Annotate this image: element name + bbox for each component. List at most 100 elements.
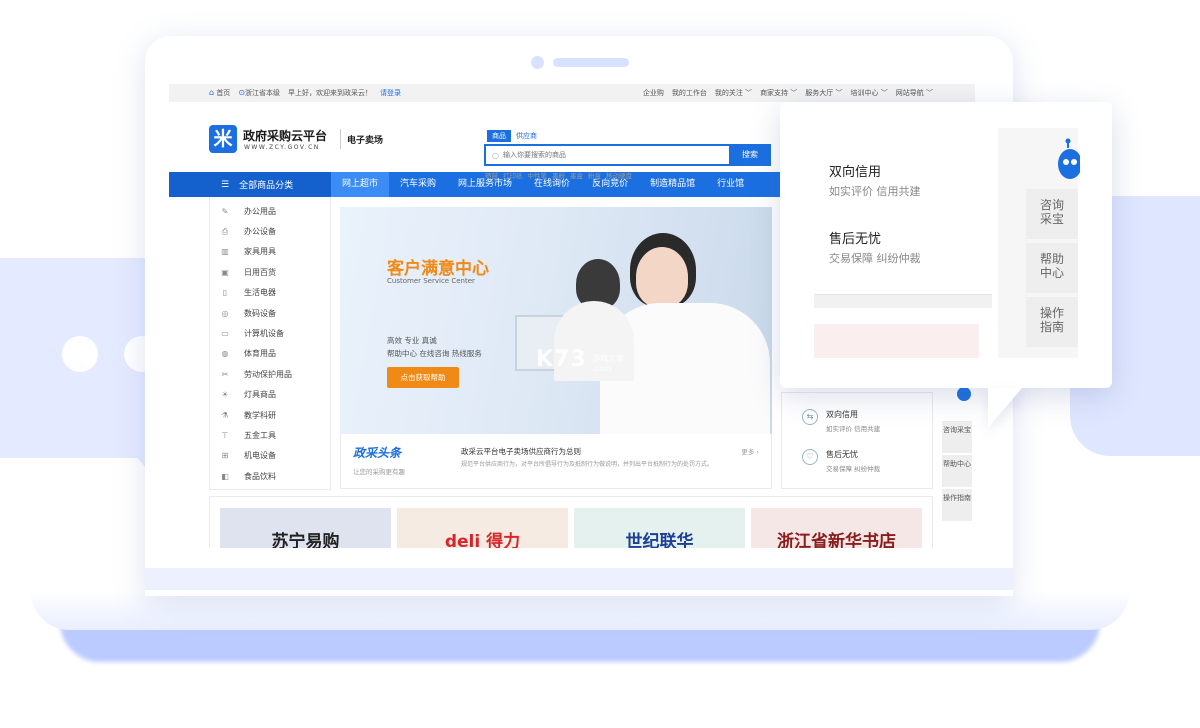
laptop-base xyxy=(30,590,1130,630)
hot-word-link[interactable]: 粉盒 xyxy=(588,170,601,180)
hot-word-link[interactable]: 打印纸 xyxy=(503,170,523,180)
topbar-link[interactable]: 服务大厅 ﹀ xyxy=(805,88,842,98)
category-item[interactable]: ⊞ 机电设备 xyxy=(210,446,330,466)
popup-item-title: 双向信用 xyxy=(829,165,882,180)
agent-face-image xyxy=(636,247,688,307)
brand-logo[interactable]: 世纪联华 xyxy=(574,508,745,548)
all-categories-label: 全部商品分类 xyxy=(239,181,294,191)
category-item[interactable]: ☀ 灯具商品 xyxy=(210,385,330,405)
ball-icon: ◍ xyxy=(221,349,229,359)
logo-icon[interactable]: 米 xyxy=(209,125,237,153)
popup-guide-button[interactable]: 操作 指南 xyxy=(1026,297,1078,347)
category-item[interactable]: ⎙ 办公设备 xyxy=(210,221,330,241)
news-logo: 政采头条 xyxy=(353,446,402,460)
category-label: 生活电器 xyxy=(244,288,276,298)
nav-item-manufacturing[interactable]: 制造精品馆 xyxy=(639,172,706,197)
topbar-link[interactable]: 企业购 xyxy=(643,88,664,98)
brand-logo[interactable]: deli 得力 xyxy=(397,508,568,548)
food-icon: ◧ xyxy=(221,471,229,481)
category-item[interactable]: ▭ 计算机设备 xyxy=(210,323,330,343)
popup-item-sub: 交易保障 纠纷仲裁 xyxy=(829,252,921,265)
home-link[interactable]: ⌂ 首页 xyxy=(209,88,230,98)
banner-line: 高效 专业 真诚 xyxy=(387,336,437,345)
search-tab-goods[interactable]: 商品 xyxy=(487,130,511,142)
brand-logo[interactable]: 苏宁易购 xyxy=(220,508,391,548)
home-icon: ⌂ xyxy=(209,88,215,97)
background-dot xyxy=(62,336,98,372)
service-item-credit[interactable]: ⇆ 双向信用 如实评价 信用共建 xyxy=(802,409,880,433)
bag-icon: ▣ xyxy=(221,267,229,277)
service-panel: ⇆ 双向信用 如实评价 信用共建 ♡ 售后无忧 交易保障 纠纷仲裁 xyxy=(781,392,933,489)
hot-word-link[interactable]: 中性笔 xyxy=(528,170,548,180)
all-categories-button[interactable]: ☰ 全部商品分类 xyxy=(169,172,331,197)
hardware-icon: ⊤ xyxy=(221,430,229,440)
category-item[interactable]: ▯ 生活电器 xyxy=(210,283,330,303)
category-item[interactable]: ◍ 体育用品 xyxy=(210,344,330,364)
category-item[interactable]: ⊤ 五金工具 xyxy=(210,425,330,445)
banner-line: 帮助中心 在线咨询 热线服务 xyxy=(387,349,482,358)
robot-icon[interactable] xyxy=(957,387,971,401)
guide-button[interactable]: 操作指南 xyxy=(942,489,972,521)
news-title-link[interactable]: 政采云平台电子卖场供应商行为总则 xyxy=(461,446,581,457)
nav-item-supermarket[interactable]: 网上超市 xyxy=(331,172,390,197)
popup-divider xyxy=(814,294,992,308)
get-help-button[interactable]: 点击获取帮助 xyxy=(387,367,459,388)
laptop-chin xyxy=(145,568,1013,590)
search-input[interactable] xyxy=(502,151,729,159)
hot-word-link[interactable]: 墨盒 xyxy=(570,170,583,180)
category-label: 劳动保护用品 xyxy=(244,369,292,379)
credit-icon: ⇆ xyxy=(802,409,818,425)
topbar-link[interactable]: 我的工作台 xyxy=(672,88,707,98)
furniture-icon: ▥ xyxy=(221,247,229,257)
help-center-button[interactable]: 帮助中心 xyxy=(942,455,972,487)
consult-button[interactable]: 咨询采宝 xyxy=(942,421,972,453)
hot-word-link[interactable]: 硒鼓 xyxy=(485,170,498,180)
topbar-link[interactable]: 网站导航 ﹀ xyxy=(896,88,933,98)
category-label: 五金工具 xyxy=(244,430,276,440)
topbar-link[interactable]: 我的关注 ﹀ xyxy=(715,88,752,98)
category-label: 教学科研 xyxy=(244,410,276,420)
news-description: 规范平台供应商行为，对平台所倡导行为及抵制行为做说明，并列出平台抵制行为的处罚方… xyxy=(461,461,714,468)
category-item[interactable]: ▣ 日用百货 xyxy=(210,262,330,282)
location-link[interactable]: ⊙浙江省本级 xyxy=(238,88,280,98)
popup-content: 双向信用 如实评价 信用共建 售后无忧 交易保障 纠纷仲裁 xyxy=(814,128,992,358)
robot-icon[interactable] xyxy=(1056,138,1080,184)
greeting-text: 早上好，欢迎来到政采云！ xyxy=(288,89,373,97)
service-title: 售后无忧 xyxy=(826,450,858,459)
category-label: 日用百货 xyxy=(244,267,276,277)
camera-bar xyxy=(553,58,629,67)
popup-help-button[interactable]: 帮助 中心 xyxy=(1026,243,1078,293)
category-label: 办公用品 xyxy=(244,206,276,216)
banner[interactable]: 客户满意中心 Customer Service Center 高效 专业 真诚 … xyxy=(340,207,772,434)
hot-word-link[interactable]: 移动硬盘 xyxy=(606,170,632,180)
news-more-link[interactable]: 更多 › xyxy=(741,446,759,456)
category-label: 灯具商品 xyxy=(244,390,276,400)
brand-logo[interactable]: 浙江省新华书店 xyxy=(751,508,922,548)
popup-consult-button[interactable]: 咨询 采宝 xyxy=(1026,189,1078,239)
service-sub: 如实评价 信用共建 xyxy=(826,425,881,433)
category-item[interactable]: ✂ 劳动保护用品 xyxy=(210,364,330,384)
machine-icon: ⊞ xyxy=(221,451,229,461)
search-tab-supplier[interactable]: 供应商 xyxy=(511,130,542,142)
logo-title[interactable]: 政府采购云平台 xyxy=(243,127,327,144)
topbar-link[interactable]: 培训中心 ﹀ xyxy=(851,88,888,98)
banner-title: 客户满意中心 xyxy=(387,259,489,279)
topbar-link[interactable]: 商家支持 ﹀ xyxy=(760,88,797,98)
nav-item-car[interactable]: 汽车采购 xyxy=(389,172,447,197)
hot-word-link[interactable]: 墨粉 xyxy=(552,170,565,180)
category-item[interactable]: ✎ 办公用品 xyxy=(210,201,330,221)
computer-icon: ▭ xyxy=(221,329,229,339)
category-item[interactable]: ▥ 家具用具 xyxy=(210,242,330,262)
popup-tail xyxy=(988,388,1022,428)
service-item-aftersale[interactable]: ♡ 售后无忧 交易保障 纠纷仲裁 xyxy=(802,449,880,473)
login-link[interactable]: 请登录 xyxy=(380,88,401,98)
category-item[interactable]: ⚗ 教学科研 xyxy=(210,405,330,425)
category-item[interactable]: ◧ 食品饮料 xyxy=(210,466,330,486)
search-button[interactable]: 搜索 xyxy=(729,144,771,166)
service-title: 双向信用 xyxy=(826,410,858,419)
brand-strip: 苏宁易购 deli 得力 世纪联华 浙江省新华书店 xyxy=(209,496,933,548)
banner-subtitle: Customer Service Center xyxy=(387,277,475,285)
nav-item-industry[interactable]: 行业馆 xyxy=(706,172,755,197)
category-item[interactable]: ◎ 数码设备 xyxy=(210,303,330,323)
watermark-text: K73 xyxy=(536,347,587,372)
